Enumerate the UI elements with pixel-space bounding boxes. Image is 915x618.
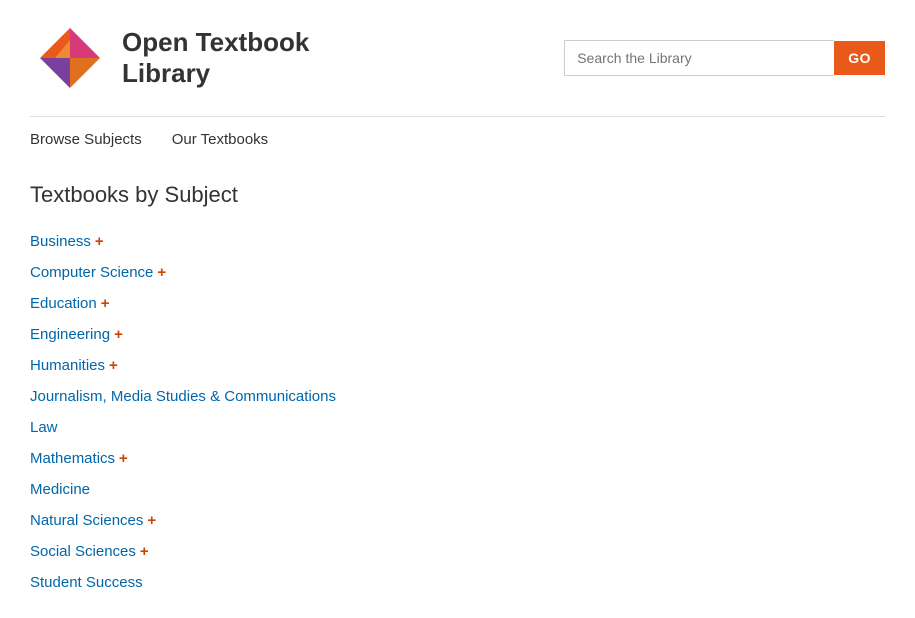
nav-our-textbooks[interactable]: Our Textbooks xyxy=(172,131,268,148)
expand-plus-social-sciences[interactable]: + xyxy=(140,543,149,560)
list-item: Law xyxy=(30,412,885,443)
list-item: Education+ xyxy=(30,288,885,319)
subject-link-education[interactable]: Education xyxy=(30,295,97,312)
expand-plus-engineering[interactable]: + xyxy=(114,326,123,343)
list-item: Medicine xyxy=(30,474,885,505)
main-content: Textbooks by Subject Business+ Computer … xyxy=(0,162,915,618)
search-area: GO xyxy=(564,40,885,76)
subject-link-mathematics[interactable]: Mathematics xyxy=(30,450,115,467)
search-go-button[interactable]: GO xyxy=(834,41,885,75)
expand-plus-computer-science[interactable]: + xyxy=(157,264,166,281)
subject-link-computer-science[interactable]: Computer Science xyxy=(30,264,153,281)
list-item: Engineering+ xyxy=(30,319,885,350)
subject-link-natural-sciences[interactable]: Natural Sciences xyxy=(30,512,143,529)
subject-link-journalism[interactable]: Journalism, Media Studies & Communicatio… xyxy=(30,388,336,405)
expand-plus-business[interactable]: + xyxy=(95,233,104,250)
logo-svg xyxy=(30,18,110,98)
expand-plus-natural-sciences[interactable]: + xyxy=(147,512,156,529)
list-item: Business+ xyxy=(30,226,885,257)
subject-link-engineering[interactable]: Engineering xyxy=(30,326,110,343)
subject-link-business[interactable]: Business xyxy=(30,233,91,250)
expand-plus-education[interactable]: + xyxy=(101,295,110,312)
subject-list: Business+ Computer Science+ Education+ E… xyxy=(30,226,885,598)
subject-link-humanities[interactable]: Humanities xyxy=(30,357,105,374)
logo-text: Open Textbook Library xyxy=(122,27,309,89)
list-item: Journalism, Media Studies & Communicatio… xyxy=(30,381,885,412)
main-nav: Browse Subjects Our Textbooks xyxy=(0,117,915,162)
list-item: Social Sciences+ xyxy=(30,536,885,567)
list-item: Humanities+ xyxy=(30,350,885,381)
page-title: Textbooks by Subject xyxy=(30,182,885,208)
nav-browse-subjects[interactable]: Browse Subjects xyxy=(30,131,142,148)
subject-link-law[interactable]: Law xyxy=(30,419,58,436)
site-header: Open Textbook Library GO xyxy=(0,0,915,116)
expand-plus-humanities[interactable]: + xyxy=(109,357,118,374)
list-item: Mathematics+ xyxy=(30,443,885,474)
subject-link-social-sciences[interactable]: Social Sciences xyxy=(30,543,136,560)
list-item: Computer Science+ xyxy=(30,257,885,288)
list-item: Natural Sciences+ xyxy=(30,505,885,536)
search-input[interactable] xyxy=(564,40,834,76)
expand-plus-mathematics[interactable]: + xyxy=(119,450,128,467)
subject-link-student-success[interactable]: Student Success xyxy=(30,574,143,591)
subject-link-medicine[interactable]: Medicine xyxy=(30,481,90,498)
logo-area: Open Textbook Library xyxy=(30,18,309,98)
list-item: Student Success xyxy=(30,567,885,598)
logo-icon xyxy=(30,18,110,98)
